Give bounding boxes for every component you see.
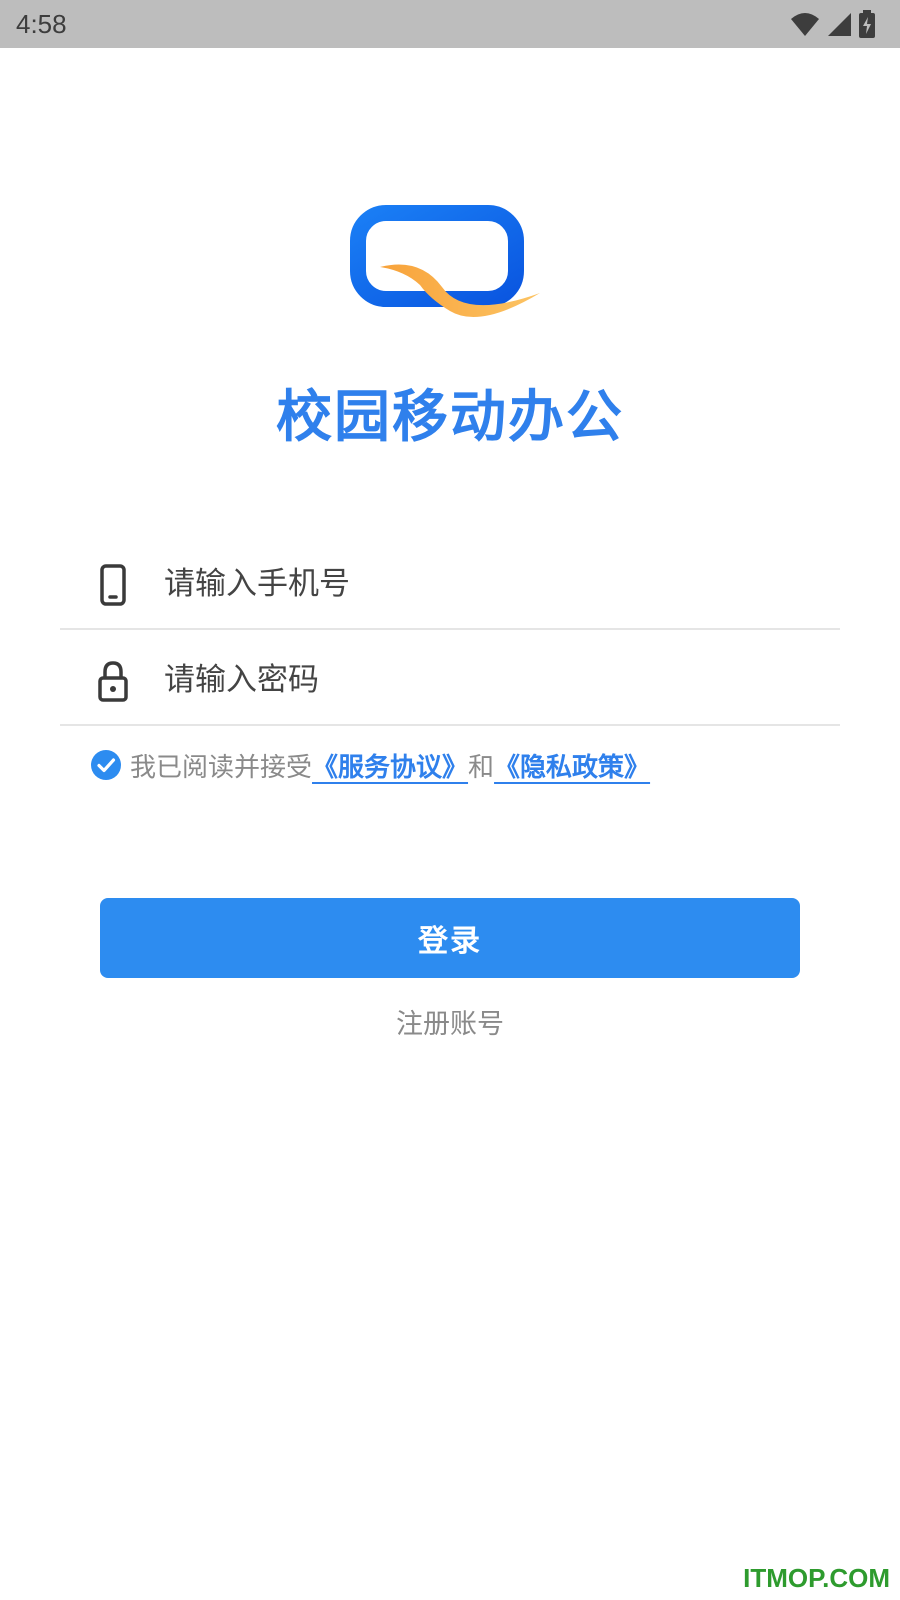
app-logo xyxy=(350,205,540,317)
agreement-row: 我已阅读并接受 《服务协议》 和 《隐私政策》 xyxy=(90,745,650,785)
status-time: 4:58 xyxy=(16,9,67,39)
wifi-icon xyxy=(791,13,819,36)
service-agreement-link[interactable]: 《服务协议》 xyxy=(312,747,468,784)
phone-input[interactable] xyxy=(164,556,804,612)
agreement-conjunction: 和 xyxy=(468,752,495,783)
agreement-prefix: 我已阅读并接受 xyxy=(130,752,313,783)
phone-icon xyxy=(100,564,126,606)
phone-field xyxy=(60,538,840,630)
privacy-policy-link[interactable]: 《隐私政策》 xyxy=(494,747,650,784)
signal-icon xyxy=(828,13,851,36)
lock-icon xyxy=(98,661,128,702)
app-title: 校园移动办公 xyxy=(276,385,624,450)
watermark: ITMOP.COM xyxy=(743,1563,890,1593)
status-bar: 4:58 xyxy=(0,0,900,48)
status-icons xyxy=(790,10,876,38)
register-account-link[interactable]: 注册账号 xyxy=(0,1002,900,1041)
password-input[interactable] xyxy=(164,652,804,708)
battery-charging-icon xyxy=(859,10,875,38)
checkbox-checked-icon[interactable] xyxy=(90,749,122,781)
login-button[interactable]: 登录 xyxy=(100,898,800,978)
password-field xyxy=(60,634,840,726)
